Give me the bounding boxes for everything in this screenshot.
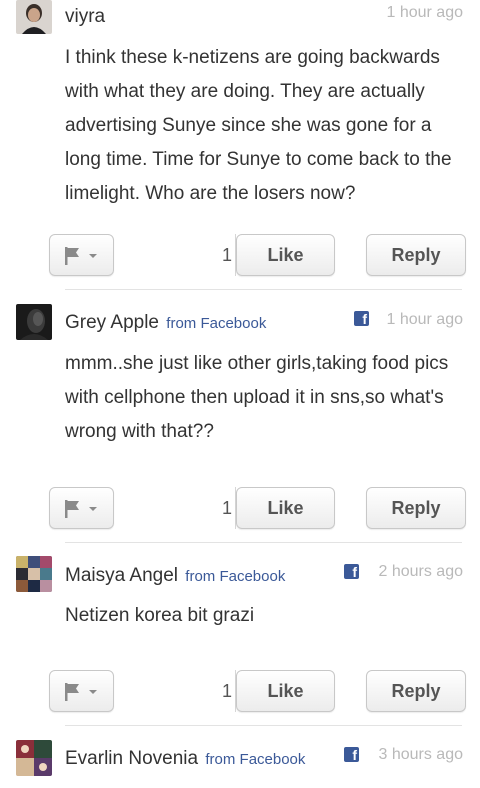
author-name[interactable]: Evarlin Novenia <box>65 748 198 769</box>
flag-icon <box>65 683 79 701</box>
reply-button[interactable]: Reply <box>366 234 466 276</box>
avatar[interactable] <box>16 556 52 592</box>
like-count: 1 <box>218 234 236 276</box>
comment-timestamp[interactable]: 1 hour ago <box>386 311 463 329</box>
author-name[interactable]: viyra <box>65 6 105 27</box>
flag-icon <box>65 500 79 518</box>
flag-icon <box>65 247 79 265</box>
avatar[interactable] <box>16 304 52 340</box>
flag-menu-button[interactable] <box>49 670 114 712</box>
chevron-down-icon <box>89 254 97 258</box>
comment-timestamp[interactable]: 2 hours ago <box>378 563 463 581</box>
comment-text: I think these k-netizens are going backw… <box>65 47 452 204</box>
chevron-down-icon <box>89 507 97 511</box>
facebook-icon: f <box>344 564 359 579</box>
source-label: from Facebook <box>205 751 306 768</box>
comment-divider <box>65 289 462 290</box>
like-count: 1 <box>218 670 236 712</box>
comment-timestamp[interactable]: 3 hours ago <box>378 746 463 764</box>
like-count: 1 <box>218 487 236 529</box>
comment-author[interactable]: Grey Apple from Facebook <box>65 312 266 334</box>
like-button[interactable]: Like <box>236 487 335 529</box>
comment-divider <box>65 542 462 543</box>
comment-author[interactable]: viyra <box>65 6 105 28</box>
comment-text: mmm..she just like other girls,taking fo… <box>65 353 449 442</box>
source-label: from Facebook <box>185 568 286 585</box>
like-button[interactable]: Like <box>236 234 335 276</box>
facebook-icon: f <box>354 311 369 326</box>
flag-menu-button[interactable] <box>49 487 114 529</box>
flag-menu-button[interactable] <box>49 234 114 276</box>
chevron-down-icon <box>89 690 97 694</box>
comment-author[interactable]: Maisya Angel from Facebook <box>65 565 285 587</box>
facebook-icon: f <box>344 747 359 762</box>
comment-text: Netizen korea bit grazi <box>65 605 255 626</box>
comment-timestamp[interactable]: 1 hour ago <box>386 4 463 22</box>
author-name[interactable]: Grey Apple <box>65 312 159 333</box>
comment-author[interactable]: Evarlin Novenia from Facebook <box>65 748 305 770</box>
reply-button[interactable]: Reply <box>366 487 466 529</box>
source-label: from Facebook <box>166 315 267 332</box>
comment-divider <box>65 725 462 726</box>
reply-button[interactable]: Reply <box>366 670 466 712</box>
avatar[interactable] <box>16 0 52 34</box>
avatar[interactable] <box>16 740 52 776</box>
like-button[interactable]: Like <box>236 670 335 712</box>
author-name[interactable]: Maisya Angel <box>65 565 178 586</box>
